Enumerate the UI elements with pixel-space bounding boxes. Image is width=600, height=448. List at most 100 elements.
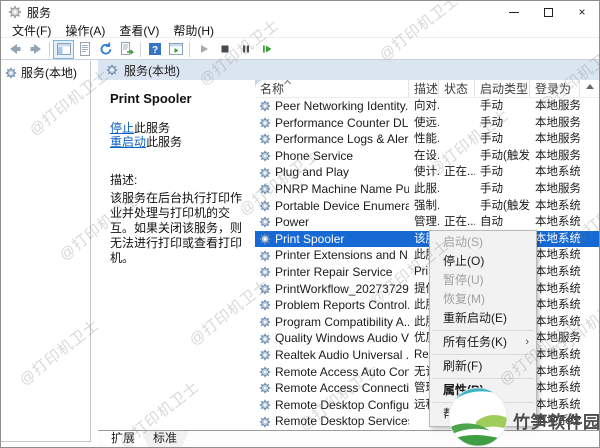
- pane-header-label: 服务(本地): [124, 63, 180, 78]
- site-logo: 竹笋软件园: [447, 386, 599, 447]
- service-row-peer-networking-identity-[interactable]: Peer Networking Identity... 向对... 手动 本地服务: [255, 98, 599, 115]
- cell-startup: 自动: [480, 216, 503, 229]
- title-bar: 服务 ×: [1, 1, 599, 23]
- service-row-print-spooler[interactable]: Print Spooler该服...本地系统: [255, 230, 599, 248]
- maximize-button[interactable]: [531, 1, 565, 23]
- service-gear-icon: [259, 150, 271, 162]
- toolbar-separator: [140, 41, 141, 57]
- cell-logon: 本地服务: [535, 133, 580, 146]
- column-header-desc[interactable]: 描述: [409, 80, 439, 97]
- menu-操作(A)[interactable]: 操作(A): [58, 22, 112, 39]
- cell-startup: 手动: [480, 166, 503, 179]
- description-label: 描述:: [110, 173, 138, 187]
- start-service-button[interactable]: [193, 40, 214, 59]
- stop-service-icon: [221, 45, 228, 53]
- tab-扩展[interactable]: 扩展: [99, 431, 147, 447]
- menu-bar: 文件(F) 操作(A) 查看(V) 帮助(H): [1, 23, 599, 38]
- context-menu-item-暂停(U): 暂停(U): [443, 273, 484, 287]
- cell-startup: 手动: [480, 116, 503, 129]
- menu-帮助(H)[interactable]: 帮助(H): [166, 22, 221, 39]
- menu-查看(V)[interactable]: 查看(V): [112, 22, 166, 39]
- tab-标准[interactable]: 标准: [141, 431, 189, 447]
- cell-desc: 使计...: [414, 166, 439, 179]
- service-row-printer-extensions-and-n-[interactable]: Printer Extensions and N...此服...本地系统: [255, 247, 599, 264]
- stop-service-link[interactable]: 停止: [110, 121, 134, 135]
- service-row-portable-device-enumera-[interactable]: Portable Device Enumera... 强制... 手动(触发... 本…: [255, 198, 599, 215]
- service-description: 该服务在后台执行打印作业并处理与打印机的交互。如果关闭该服务，则无法进行打印或查…: [110, 191, 243, 265]
- column-header-logon[interactable]: 登录为: [530, 80, 580, 97]
- service-row-quality-windows-audio-v-[interactable]: Quality Windows Audio V...优质...本地服务: [255, 330, 599, 347]
- properties-button[interactable]: [74, 40, 95, 59]
- cell-desc: 使远...: [414, 116, 439, 129]
- service-row-printworkflow-20273729[interactable]: PrintWorkflow_20273729提供...本地系统: [255, 281, 599, 298]
- export-list-button[interactable]: [116, 40, 137, 59]
- cell-name: Remote Desktop Configu...: [255, 397, 409, 414]
- help-button[interactable]: ?: [144, 40, 165, 59]
- cell-name: Performance Logs & Aler...: [255, 131, 409, 148]
- cell-name: PrintWorkflow_20273729: [255, 281, 409, 298]
- context-menu-item-刷新(F)[interactable]: 刷新(F): [430, 357, 536, 376]
- service-row-pnrp-machine-name-pu-[interactable]: PNRP Machine Name Pu... 此服... 手动 本地服务: [255, 181, 599, 198]
- restart-service-link[interactable]: 重启动: [110, 135, 146, 149]
- extended-detail-panel: Print Spooler 停止此服务 重启动此服务 描述: 该服务在后台执行打…: [98, 80, 255, 430]
- sort-ascending-icon: [283, 80, 292, 88]
- close-button[interactable]: ×: [565, 1, 599, 23]
- pane-header: 服务(本地): [98, 60, 599, 80]
- cell-name: Remote Access Auto Con...: [255, 364, 409, 381]
- service-row-realtek-audio-universal-[interactable]: Realtek Audio Universal ... Re... 本地系统: [255, 347, 599, 364]
- pause-service-button[interactable]: [235, 40, 256, 59]
- cell-logon: 本地系统: [535, 166, 580, 179]
- cell-logon: 本地系统: [535, 282, 580, 295]
- service-row-power[interactable]: Power 管理... 正在... 自动 本地系统: [255, 214, 599, 231]
- forward-button[interactable]: [25, 40, 46, 59]
- cell-logon: 本地服务: [535, 182, 580, 195]
- back-button[interactable]: [4, 40, 25, 59]
- show-hide-action-pane-button[interactable]: [165, 40, 186, 59]
- service-row-performance-logs-aler-[interactable]: Performance Logs & Aler... 性能... 手动 本地服务: [255, 131, 599, 148]
- service-list: 名称 描述 状态 启动类型 登录为 Peer Networking Identity..…: [255, 80, 599, 430]
- context-menu-item-停止(O)[interactable]: 停止(O): [430, 252, 536, 271]
- minimize-button[interactable]: [497, 1, 531, 23]
- service-gear-icon: [259, 167, 271, 179]
- show-hide-console-tree-button[interactable]: [53, 39, 74, 59]
- service-gear-icon: [259, 216, 271, 228]
- tree-item-services-local[interactable]: 服务(本地): [1, 61, 90, 83]
- service-row-printer-repair-service[interactable]: Printer Repair Service Pri... 本地系统: [255, 264, 599, 281]
- cell-startup: 手动: [480, 100, 503, 112]
- cell-name: Plug and Play: [255, 164, 409, 181]
- cell-logon: 本地服务: [535, 116, 580, 129]
- cell-logon: 本地系统: [535, 232, 580, 245]
- context-menu-item-恢复(M): 恢复(M): [443, 292, 485, 306]
- toolbar-separator: [49, 41, 50, 57]
- column-header-name[interactable]: 名称: [255, 80, 409, 97]
- service-row-remote-access-auto-con-[interactable]: Remote Access Auto Con...无论...本地系统: [255, 364, 599, 381]
- toolbar: ?: [1, 39, 599, 60]
- restart-service-button[interactable]: [256, 40, 277, 59]
- service-row-program-compatibility-a-[interactable]: Program Compatibility A...此服...本地系统: [255, 314, 599, 331]
- service-row-problem-reports-control-[interactable]: Problem Reports Control...此服...本地系统: [255, 297, 599, 314]
- service-row-plug-and-play[interactable]: Plug and Play 使计... 正在... 手动 本地系统: [255, 164, 599, 181]
- column-header-startup[interactable]: 启动类型: [475, 80, 530, 97]
- context-menu-item-所有任务(K)[interactable]: 所有任务(K) ›: [430, 333, 536, 352]
- cell-logon: 本地系统: [535, 348, 580, 361]
- cell-desc: 管理...: [414, 216, 439, 229]
- cell-startup: 手动(触发...: [480, 149, 530, 162]
- service-row-performance-counter-dl-[interactable]: Performance Counter DL... 使远... 手动 本地服务: [255, 115, 599, 132]
- cell-name: Printer Extensions and N...: [255, 247, 409, 264]
- stop-service-button[interactable]: [214, 40, 235, 59]
- cell-logon: 本地系统: [535, 315, 580, 328]
- scrollbar-up-arrow[interactable]: [586, 84, 594, 89]
- column-header-status[interactable]: 状态: [439, 80, 475, 97]
- maximize-icon: [543, 7, 553, 17]
- service-row-phone-service[interactable]: Phone Service 在设... 手动(触发... 本地服务: [255, 148, 599, 165]
- cell-name: Program Compatibility A...: [255, 314, 409, 331]
- menu-文件(F)[interactable]: 文件(F): [5, 22, 58, 39]
- refresh-button[interactable]: [95, 40, 116, 59]
- cell-logon: 本地系统: [535, 199, 580, 212]
- selected-service-name: Print Spooler: [110, 91, 192, 106]
- pause-service-icon: [242, 45, 249, 53]
- cell-logon: 本地系统: [535, 216, 580, 229]
- context-menu-item-重新启动(E)[interactable]: 重新启动(E): [430, 309, 536, 328]
- service-gear-icon: [259, 283, 271, 295]
- cell-logon: 本地系统: [535, 299, 580, 312]
